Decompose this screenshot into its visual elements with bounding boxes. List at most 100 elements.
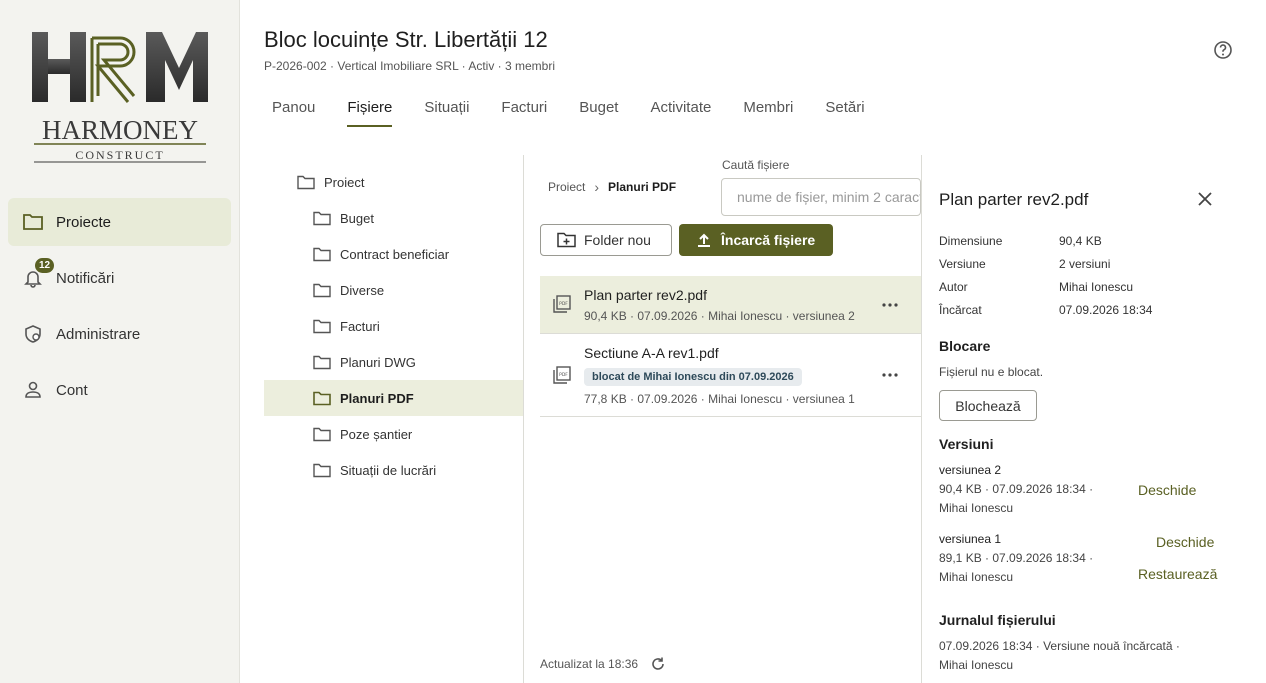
sidebar-item-proiecte[interactable]: Proiecte (8, 198, 231, 246)
tree-folder-label: Situații de lucrări (340, 462, 437, 478)
sidebar-item-cont[interactable]: Cont (8, 366, 231, 414)
tree-folder-selected[interactable]: Planuri PDF (264, 380, 523, 416)
bell-icon: 12 (22, 258, 55, 289)
file-name: Plan parter rev2.pdf (584, 287, 707, 303)
folder-icon (313, 319, 331, 333)
folder-icon (22, 211, 44, 233)
new-folder-label: Folder nou (584, 232, 651, 248)
tree-folder[interactable]: Planuri DWG (264, 344, 523, 380)
breadcrumb-root[interactable]: Proiect (548, 180, 585, 194)
folder-icon (313, 391, 331, 405)
search-label: Caută fișiere (722, 158, 790, 172)
tree-folder[interactable]: Situații de lucrări (264, 452, 523, 488)
lock-section-title: Blocare (939, 338, 991, 354)
sidebar-item-notificari[interactable]: 12 Notificări (8, 254, 231, 302)
folder-icon (313, 427, 331, 441)
log-entry-author: Mihai Ionescu (939, 658, 1014, 672)
lock-status: Fișierul nu e blocat. (939, 365, 1044, 379)
shield-icon (22, 323, 44, 345)
divider (921, 155, 922, 683)
page-title: Bloc locuințe Str. Libertății 12 (264, 27, 548, 52)
file-row-selected[interactable]: PDF Plan parter rev2.pdf 90,4 KB · 07.09… (540, 276, 921, 334)
search-input[interactable]: nume de fișier, minim 2 caractere (721, 178, 921, 216)
lock-button[interactable]: Blochează (939, 390, 1037, 421)
notification-count-badge: 12 (35, 258, 55, 273)
tree-folder-label: Planuri PDF (340, 390, 414, 406)
tree-folder-label: Contract beneficiar (340, 246, 450, 262)
pdf-file-icon: PDF (553, 366, 571, 384)
prop-value: 90,4 KB (1059, 234, 1102, 248)
tree-folder[interactable]: Facturi (264, 308, 523, 344)
folder-icon (313, 463, 331, 477)
new-folder-button[interactable]: Folder nou (540, 224, 672, 256)
version-name: versiunea 2 (939, 463, 1002, 477)
svg-text:PDF: PDF (559, 301, 568, 307)
tab-setari[interactable]: Setări (817, 96, 872, 127)
last-updated: Actualizat la 18:36 (540, 656, 666, 672)
tree-folder[interactable]: Diverse (264, 272, 523, 308)
refresh-icon[interactable] (650, 656, 666, 672)
project-tabs: Panou Fișiere Situații Facturi Buget Act… (264, 96, 889, 128)
detail-prop-uploaded: Încărcat 07.09.2026 18:34 (939, 303, 1152, 317)
folder-icon (313, 211, 331, 225)
file-name: Sectiune A-A rev1.pdf (584, 345, 719, 361)
upload-files-button[interactable]: Încarcă fișiere (679, 224, 833, 256)
tree-folder[interactable]: Buget (264, 200, 523, 236)
tab-situatii[interactable]: Situații (416, 96, 477, 127)
prop-key: Dimensiune (939, 234, 1003, 248)
tab-activitate[interactable]: Activitate (642, 96, 719, 127)
help-icon[interactable] (1213, 40, 1233, 60)
tree-folder[interactable]: Contract beneficiar (264, 236, 523, 272)
breadcrumb: Proiect › Planuri PDF (548, 179, 676, 195)
tab-panou[interactable]: Panou (264, 96, 323, 127)
detail-prop-author: Autor Mihai Ionescu (939, 280, 1133, 294)
close-icon[interactable] (1196, 190, 1214, 208)
more-options-icon[interactable] (880, 295, 900, 315)
tab-facturi[interactable]: Facturi (493, 96, 555, 127)
divider (523, 155, 524, 683)
logo-name: HARMONEY (42, 115, 198, 145)
folder-plus-icon (557, 232, 576, 248)
sidebar: HARMONEY CONSTRUCT Proiecte 12 Notificăr… (0, 0, 240, 683)
version-author: Mihai Ionescu (939, 501, 1014, 515)
open-version-button[interactable]: Deschide (1138, 482, 1196, 498)
pdf-file-icon: PDF (553, 295, 571, 313)
more-options-icon[interactable] (880, 365, 900, 385)
version-meta: 90,4 KB · 07.09.2026 18:34 · (939, 482, 1094, 496)
chevron-right-icon: › (594, 179, 600, 195)
tree-folder-label: Buget (340, 210, 374, 226)
upload-label: Încarcă fișiere (721, 232, 816, 248)
sidebar-item-label: Administrare (56, 325, 141, 343)
versions-section-title: Versiuni (939, 436, 994, 452)
tree-folder-label: Diverse (340, 282, 385, 298)
sidebar-item-label: Proiecte (56, 213, 112, 231)
tab-fisiere[interactable]: Fișiere (339, 96, 400, 127)
last-updated-text: Actualizat la 18:36 (540, 657, 639, 671)
tree-folder-label: Poze șantier (340, 426, 413, 442)
version-name: versiunea 1 (939, 532, 1002, 546)
tree-folder[interactable]: Poze șantier (264, 416, 523, 452)
breadcrumb-current: Planuri PDF (608, 180, 677, 194)
tree-folder-label: Facturi (340, 318, 380, 334)
open-version-button[interactable]: Deschide (1156, 534, 1214, 550)
harmoney-logo: HARMONEY CONSTRUCT (32, 32, 208, 163)
version-author: Mihai Ionescu (939, 570, 1014, 584)
lock-status-badge: blocat de Mihai Ionescu din 07.09.2026 (584, 368, 802, 386)
tab-buget[interactable]: Buget (571, 96, 626, 127)
log-entry: 07.09.2026 18:34 · Versiune nouă încărca… (939, 639, 1180, 653)
folder-icon (313, 283, 331, 297)
tree-folder-label: Planuri DWG (340, 354, 416, 370)
sidebar-item-administrare[interactable]: Administrare (8, 310, 231, 358)
tab-membri[interactable]: Membri (735, 96, 801, 127)
prop-key: Versiune (939, 257, 986, 271)
tree-folder-root[interactable]: Proiect (264, 164, 523, 200)
detail-title: Plan parter rev2.pdf (939, 190, 1089, 209)
folder-icon (297, 175, 315, 189)
sidebar-item-label: Notificări (56, 269, 115, 287)
file-row[interactable]: PDF Sectiune A-A rev1.pdf blocat de Miha… (540, 334, 921, 417)
logo-tagline: CONSTRUCT (75, 148, 164, 162)
folder-tree: Proiect Buget Contract beneficiar Divers… (264, 164, 523, 488)
prop-key: Autor (939, 280, 968, 294)
restore-version-button[interactable]: Restaurează (1138, 566, 1217, 582)
tree-folder-label: Proiect (324, 174, 365, 190)
